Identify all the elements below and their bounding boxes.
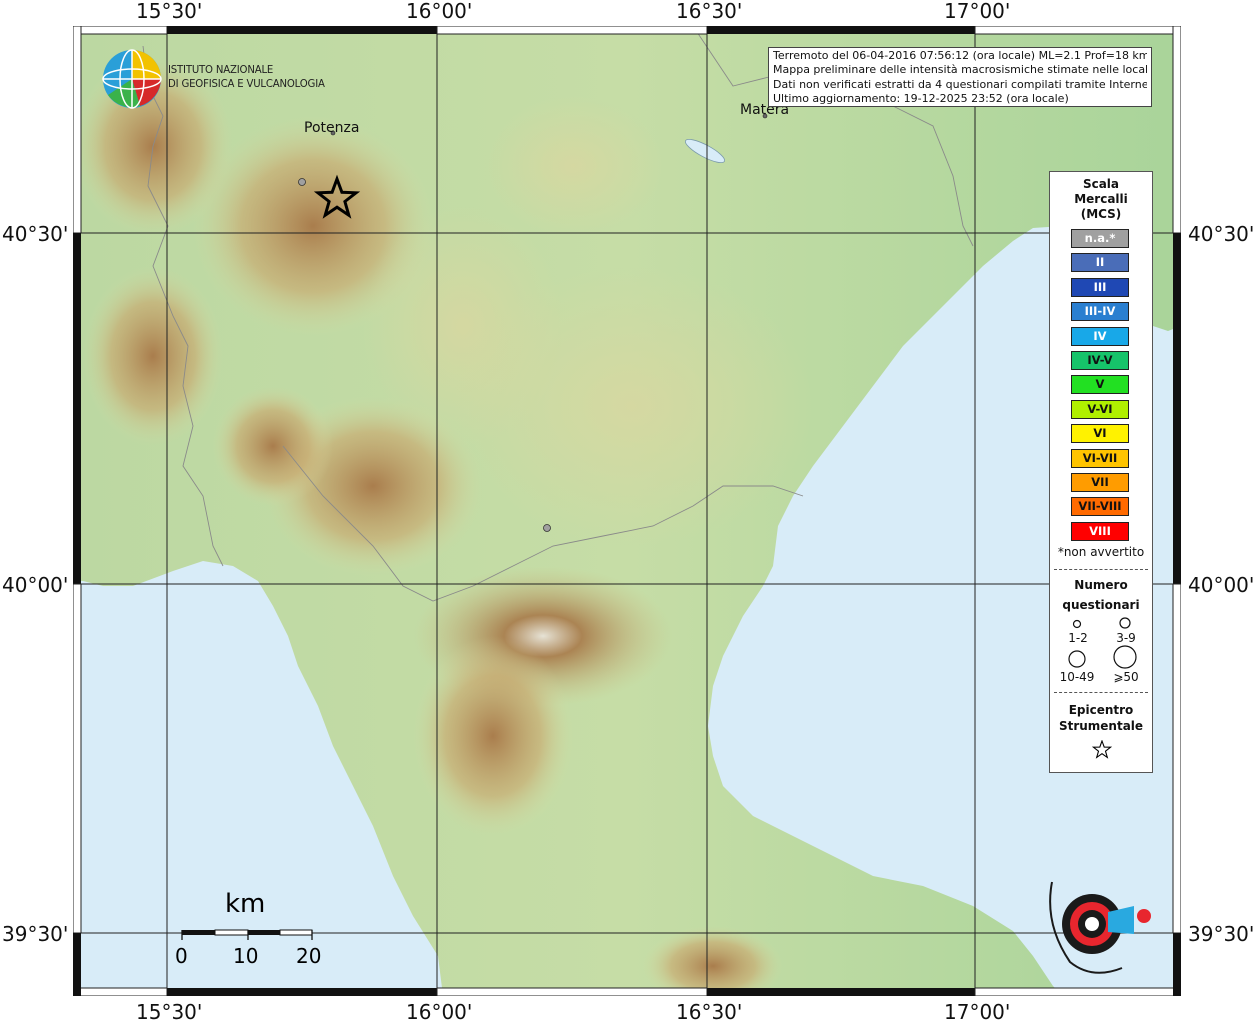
lon-label-bottom: 16°30'	[676, 1000, 743, 1024]
lon-label-bottom: 16°00'	[406, 1000, 473, 1024]
scale-unit: km	[225, 889, 266, 919]
relief	[83, 266, 223, 446]
epicenter-title: Strumentale	[1058, 719, 1144, 733]
intensity-swatch: V-VI	[1071, 399, 1129, 419]
intensity-swatch: V	[1071, 375, 1129, 395]
lon-label-bottom: 17°00'	[944, 1000, 1011, 1024]
legend-title: Scala	[1082, 177, 1120, 191]
lat-label-left: 40°00'	[2, 573, 69, 597]
count-label: ⩾50	[1113, 670, 1139, 684]
scale-bar: km 0 10 20	[175, 889, 335, 969]
legend-footnote: *non avvertito	[1057, 545, 1145, 559]
intensity-swatch: III-IV	[1071, 302, 1129, 322]
last-update: Ultimo aggiornamento: 19-12-2025 23:52 (…	[773, 91, 1069, 105]
scale-label: 0	[175, 944, 188, 968]
count-label: 10-49	[1059, 670, 1095, 684]
lat-label-left: 40°30'	[2, 222, 69, 246]
intensity-swatch: III	[1071, 277, 1129, 297]
lon-label-top: 16°00'	[406, 0, 473, 23]
data-note: Dati non verificati estratti da 4 questi…	[773, 77, 1147, 91]
legend-separator	[1054, 692, 1148, 693]
intensity-swatch: IV	[1071, 326, 1129, 346]
lat-label-right: 40°00'	[1188, 573, 1254, 597]
ingv-title: ISTITUTO NAZIONALE DI GEOFISICA E VULCAN…	[168, 63, 325, 90]
lat-label-right: 39°30'	[1188, 922, 1254, 946]
intensity-swatch: IV-V	[1071, 351, 1129, 370]
scale-label: 10	[233, 944, 259, 968]
questionnaire-point[interactable]	[298, 178, 306, 186]
intensity-swatch: VI	[1071, 424, 1129, 444]
lon-label-top: 15°30'	[136, 0, 203, 23]
lon-label-bottom: 15°30'	[136, 1000, 203, 1024]
intensity-swatch: VII	[1071, 473, 1129, 492]
intensity-swatch: VII-VIII	[1071, 497, 1129, 517]
count-label: 1-2	[1068, 631, 1088, 645]
map-description: Mappa preliminare delle intensità macros…	[773, 63, 1147, 77]
map-canvas[interactable]	[73, 26, 1181, 996]
city-label-potenza: Potenza	[304, 120, 360, 136]
intensity-swatch: VIII	[1071, 521, 1129, 541]
count-title: Numero	[1074, 578, 1128, 592]
legend-title: Mercalli	[1074, 192, 1128, 206]
lat-label-right: 40°30'	[1188, 222, 1254, 246]
map-frame[interactable]	[73, 26, 1181, 996]
legend: Scala Mercalli (MCS) n.a.* II III III-IV IV I…	[1049, 171, 1153, 773]
relief	[483, 96, 663, 236]
haisentitoilterremoto-logo-icon	[1049, 881, 1151, 974]
relief	[453, 266, 813, 546]
intensity-swatch: VI-VII	[1071, 448, 1129, 468]
questionnaire-point[interactable]	[543, 524, 551, 532]
legend-title: (MCS)	[1080, 207, 1122, 221]
ingv-globe-icon	[102, 49, 162, 109]
event-line: Terremoto del 06-04-2016 07:56:12 (ora l…	[773, 49, 1147, 62]
lon-label-top: 16°30'	[676, 0, 743, 23]
count-label: 3-9	[1116, 631, 1136, 645]
relief	[213, 386, 333, 506]
epicenter-legend-star-icon	[1092, 740, 1112, 759]
lon-label-top: 17°00'	[944, 0, 1011, 23]
intensity-swatch: n.a.*	[1071, 229, 1129, 248]
event-info-box: Terremoto del 06-04-2016 07:56:12 (ora l…	[768, 47, 1152, 107]
epicenter-title: Epicentro	[1068, 703, 1134, 717]
scale-label: 20	[296, 944, 322, 968]
intensity-swatch: II	[1071, 253, 1129, 273]
lat-label-left: 39°30'	[2, 922, 69, 946]
scale-bar-graphic	[181, 929, 313, 940]
legend-separator	[1054, 569, 1148, 570]
